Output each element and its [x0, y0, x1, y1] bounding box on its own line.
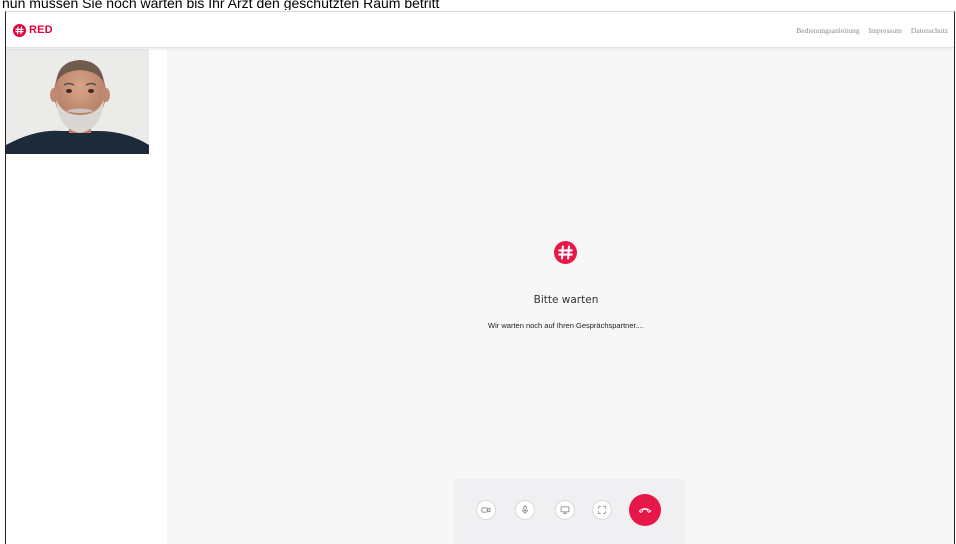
instruction-caption: nun müssen Sie noch warten bis Ihr Arzt … — [2, 0, 440, 10]
screen-share-icon — [560, 506, 570, 514]
microphone-icon — [522, 505, 528, 515]
app-window: RED Bedienungsanleitung Impressum Datens… — [5, 11, 955, 544]
top-bar: RED Bedienungsanleitung Impressum Datens… — [6, 12, 954, 48]
fullscreen-button[interactable] — [592, 500, 612, 520]
phone-hangup-icon — [638, 508, 652, 514]
video-camera-icon — [481, 507, 491, 513]
video-stage: Bitte warten Wir warten noch auf Ihren G… — [167, 49, 954, 544]
brand-logo[interactable]: RED — [13, 22, 53, 38]
nav-link-instructions[interactable]: Bedienungsanleitung — [796, 26, 859, 35]
participant-sidebar — [6, 49, 166, 544]
hash-logo-icon — [13, 23, 26, 37]
call-controls — [454, 479, 685, 544]
camera-toggle-button[interactable] — [476, 500, 496, 520]
top-nav: Bedienungsanleitung Impressum Datenschut… — [796, 26, 948, 35]
waiting-title: Bitte warten — [533, 294, 599, 306]
screen-share-button[interactable] — [555, 500, 575, 520]
waiting-hash-icon — [554, 241, 577, 264]
user-portrait-image — [6, 49, 149, 154]
waiting-subtitle: Wir warten noch auf Ihren Gesprächspartn… — [488, 321, 644, 330]
fullscreen-icon — [598, 506, 606, 514]
nav-link-privacy[interactable]: Datenschutz — [911, 26, 948, 35]
hang-up-button[interactable] — [629, 494, 661, 526]
self-video-preview — [6, 49, 149, 154]
brand-name: RED — [29, 24, 53, 36]
nav-link-imprint[interactable]: Impressum — [869, 26, 902, 35]
microphone-toggle-button[interactable] — [515, 500, 535, 520]
